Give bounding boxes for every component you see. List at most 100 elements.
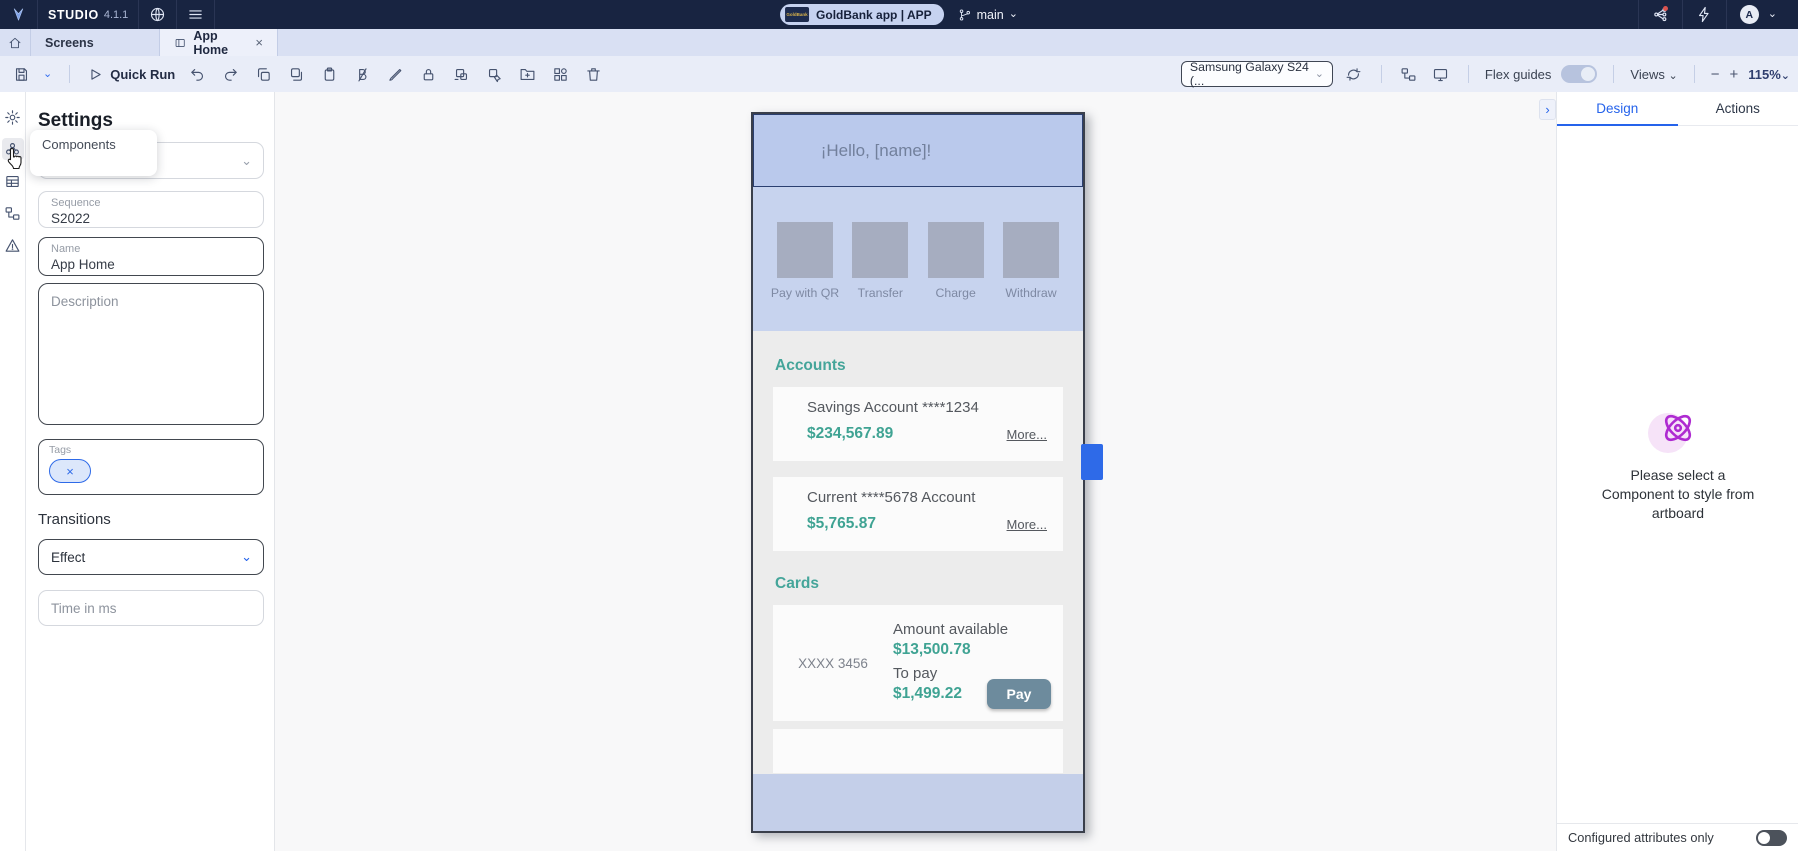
quick-action-pay-qr[interactable]: Pay with QR [772, 222, 838, 331]
sequence-label: Sequence [51, 197, 251, 210]
top-bar: STUDIO 4.1.1 GoldBank GoldBank app | APP… [0, 0, 1798, 29]
name-input[interactable] [51, 257, 251, 272]
available-label: Amount available [893, 621, 1008, 638]
settings-panel: Settings s 1 ⌄ Components Sequence S2022… [26, 92, 275, 851]
project-selector[interactable]: GoldBank GoldBank app | APP [780, 4, 944, 25]
configured-attributes-toggle[interactable] [1756, 830, 1787, 846]
warnings-rail-button[interactable] [2, 234, 24, 256]
save-button[interactable] [10, 63, 32, 85]
clipboard-icon [321, 66, 338, 83]
settings-rail-button[interactable] [2, 106, 24, 128]
close-tab-icon[interactable]: × [255, 35, 263, 50]
save-options-chevron[interactable]: ⌄ [43, 69, 52, 80]
toolbar: ⌄ Quick Run Samsung Galaxy S24 (... ⌄ [0, 56, 1798, 92]
preview-monitor-button[interactable] [1430, 63, 1452, 85]
account-menu[interactable]: A ⌄ [1726, 0, 1790, 29]
toggle-knob [1581, 67, 1595, 81]
lock-icon [420, 66, 437, 83]
main-menu-button[interactable] [177, 0, 215, 29]
redo-icon [222, 66, 239, 83]
collapse-panel-button[interactable]: › [1539, 99, 1556, 120]
quick-run-button[interactable]: Quick Run [87, 66, 175, 83]
chevron-down-icon: ⌄ [241, 549, 252, 565]
pay-button[interactable]: Pay [987, 679, 1051, 709]
quick-actions-button[interactable] [1682, 0, 1726, 29]
selection-resize-handle[interactable] [1081, 444, 1103, 480]
more-link[interactable]: More... [1007, 517, 1047, 532]
mouse-cursor-hand [5, 147, 25, 169]
quick-action-transfer[interactable]: Transfer [847, 222, 913, 331]
studio-app-window: STUDIO 4.1.1 GoldBank GoldBank app | APP… [0, 0, 1798, 851]
zoom-in-button[interactable]: + [1729, 66, 1738, 83]
components-button[interactable] [549, 63, 571, 85]
description-field[interactable] [38, 283, 264, 425]
tab-actions[interactable]: Actions [1678, 92, 1798, 125]
style-brush-button[interactable] [384, 63, 406, 85]
design-canvas[interactable]: ¡Hello, [name]! Pay with QR Transfer Cha… [275, 92, 1556, 851]
chevron-down-icon: ⌄ [1768, 9, 1777, 20]
delete-button[interactable] [582, 63, 604, 85]
tags-field[interactable]: Tags × [38, 439, 264, 495]
paste-style-button[interactable] [483, 63, 505, 85]
tab-app-home[interactable]: App Home × [160, 29, 278, 56]
effect-value: Effect [51, 549, 85, 566]
cut-button[interactable] [285, 63, 307, 85]
greeting-header-component[interactable]: ¡Hello, [name]! [753, 114, 1083, 187]
time-field[interactable] [38, 590, 264, 626]
undo-button[interactable] [186, 63, 208, 85]
tag-chip[interactable]: × [49, 459, 91, 483]
panel-footer: Configured attributes only [1557, 823, 1798, 851]
quick-action-withdraw[interactable]: Withdraw [998, 222, 1064, 331]
tab-label: App Home [193, 29, 248, 57]
zoom-level-dropdown[interactable]: 115%⌄ [1748, 67, 1790, 82]
time-input[interactable] [51, 601, 251, 616]
brush-icon [387, 66, 404, 83]
sequence-field[interactable]: Sequence S2022 [38, 191, 264, 228]
more-link[interactable]: More... [1007, 427, 1047, 442]
add-to-folder-button[interactable] [516, 63, 538, 85]
name-field[interactable]: Name [38, 237, 264, 276]
quick-action-charge[interactable]: Charge [923, 222, 989, 331]
empty-card-placeholder[interactable] [773, 729, 1063, 773]
layout-tree-button[interactable] [1398, 63, 1420, 85]
paste-button[interactable] [318, 63, 340, 85]
toolbar-divider [1613, 65, 1614, 83]
app-logo[interactable] [0, 0, 38, 29]
redo-button[interactable] [219, 63, 241, 85]
tab-design[interactable]: Design [1557, 92, 1678, 125]
description-textarea[interactable] [51, 294, 251, 399]
copy-button[interactable] [252, 63, 274, 85]
effect-dropdown[interactable]: Effect ⌄ [38, 539, 264, 575]
views-label: Views [1630, 67, 1664, 82]
style-panel: Design Actions Please select a Component… [1556, 92, 1798, 851]
credit-card-row[interactable]: XXXX 3456 Amount available $13,500.78 To… [773, 605, 1063, 721]
views-dropdown[interactable]: Views ⌄ [1630, 67, 1677, 82]
project-label: GoldBank app | APP [816, 8, 932, 22]
goldbank-logo: GoldBank [785, 7, 809, 22]
zoom-out-button[interactable]: − [1711, 66, 1720, 83]
data-table-rail-button[interactable] [2, 170, 24, 192]
account-amount: $5,765.87 [807, 515, 876, 533]
tab-screens[interactable]: Screens [31, 29, 160, 56]
chevron-down-icon: ⌄ [241, 153, 252, 169]
remove-tag-icon[interactable]: × [66, 464, 74, 479]
account-row[interactable]: Savings Account ****1234 $234,567.89 Mor… [773, 387, 1063, 461]
clear-format-button[interactable] [351, 63, 373, 85]
flex-guides-toggle[interactable] [1561, 65, 1597, 83]
lock-button[interactable] [417, 63, 439, 85]
account-row[interactable]: Current ****5678 Account $5,765.87 More.… [773, 477, 1063, 551]
phone-artboard[interactable]: ¡Hello, [name]! Pay with QR Transfer Cha… [751, 112, 1085, 833]
home-button[interactable] [0, 29, 31, 56]
notification-dot [1663, 6, 1668, 11]
refresh-preview-button[interactable] [1343, 63, 1365, 85]
branch-selector[interactable]: main ⌄ [958, 8, 1018, 22]
empty-message-line: Please select a [1557, 466, 1798, 485]
integrations-button[interactable] [1638, 0, 1682, 29]
quick-actions-row[interactable]: Pay with QR Transfer Charge Withdraw [753, 187, 1083, 331]
navigation-tree-rail-button[interactable] [2, 202, 24, 224]
device-selector[interactable]: Samsung Galaxy S24 (... ⌄ [1181, 61, 1333, 87]
copy-style-button[interactable] [450, 63, 472, 85]
toolbar-divider [1381, 65, 1382, 83]
home-icon [8, 36, 22, 50]
language-button[interactable] [139, 0, 177, 29]
